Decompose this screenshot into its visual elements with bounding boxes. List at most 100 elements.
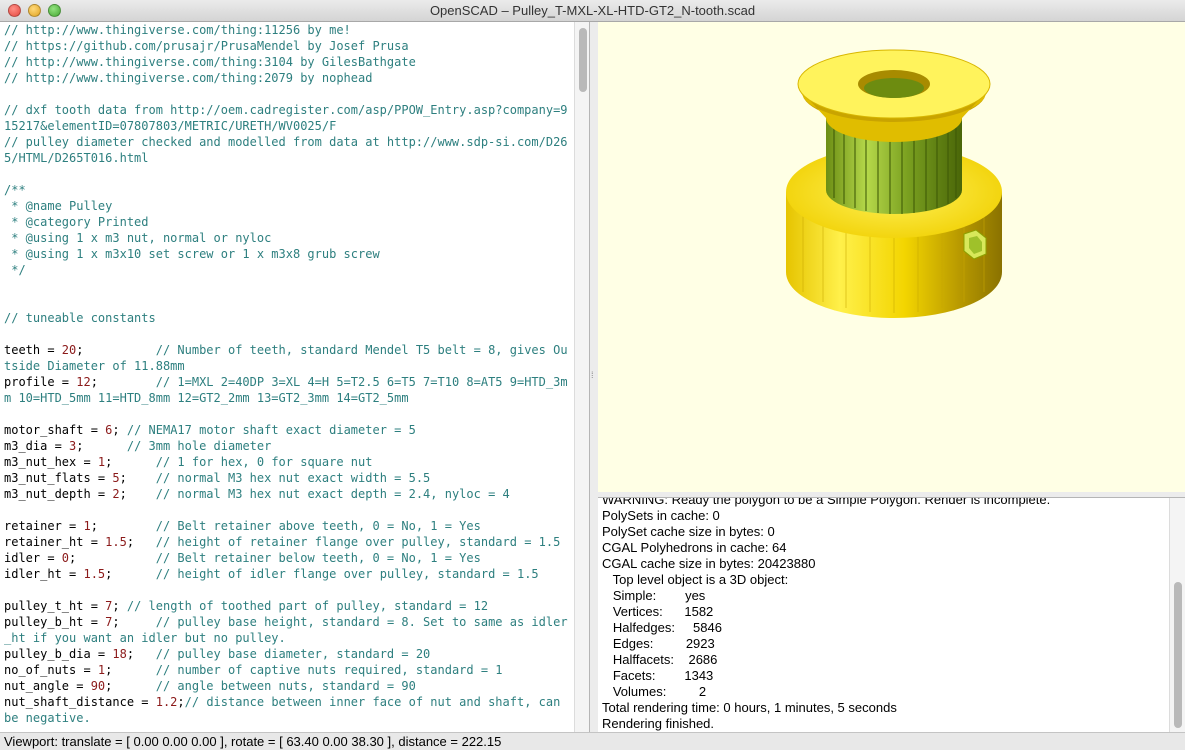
code-line: * @using 1 x m3x10 set screw or 1 x m3x8… [4,246,572,262]
console-line: Vertices: 1582 [602,604,714,619]
code-comment: // length of toothed part of pulley, sta… [126,599,489,613]
code-text-area[interactable]: // http://www.thingiverse.com/thing:1125… [4,22,572,732]
code-line: idler = 0; // Belt retainer below teeth,… [4,550,572,566]
code-comment: // number of captive nuts required, stan… [155,663,503,677]
code-line: */ [4,262,572,278]
code-comment: // Number of teeth, standard Mendel T5 b… [155,343,568,357]
code-number: 20 [61,343,77,357]
code-number: 1.5 [105,535,127,549]
code-comment: // dxf tooth data from http://oem.cadreg… [4,103,568,117]
code-line: m3_nut_depth = 2; // normal M3 hex nut e… [4,486,572,502]
splitter-grip-icon[interactable]: ⁞ [591,370,594,380]
console-line: PolySet cache size in bytes: 0 [602,524,775,539]
3d-viewport[interactable] [598,22,1185,492]
editor-scrollbar-thumb[interactable] [579,28,587,92]
code-line: pulley_b_ht = 7; // pulley base height, … [4,614,572,630]
code-text: m3_nut_depth = [4,487,113,501]
code-text: teeth = [4,343,62,357]
code-comment: * @using 1 x m3x10 set screw or 1 x m3x8… [4,247,380,261]
code-text: ; [105,679,156,693]
code-text: ; [177,695,185,709]
code-text: pulley_b_ht = [4,615,106,629]
pulley-model-render [786,49,1002,318]
code-text: ; [126,535,156,549]
code-number: 1.5 [83,567,106,581]
code-comment: // http://www.thingiverse.com/thing:2079… [4,71,373,85]
code-comment: // normal M3 hex nut exact depth = 2.4, … [155,487,510,501]
console-line: Simple: yes [602,588,706,603]
code-number: 90 [90,679,106,693]
code-comment: // pulley base height, standard = 8. Set… [155,615,568,629]
console-scrollbar[interactable] [1169,498,1185,732]
code-text: pulley_b_dia = [4,647,113,661]
code-line: * @using 1 x m3 nut, normal or nyloc [4,230,572,246]
code-number: 1 [83,519,91,533]
code-text: retainer_ht = [4,535,106,549]
code-text: profile = [4,375,77,389]
code-text: ; [119,487,156,501]
code-text: ; [105,455,156,469]
code-comment: // Belt retainer below teeth, 0 = No, 1 … [155,551,481,565]
console-output[interactable]: WARNING: Ready the polygon to be a Simpl… [598,497,1185,732]
code-line: nut_shaft_distance = 1.2;// distance bet… [4,694,572,710]
code-comment: // http://www.thingiverse.com/thing:1125… [4,23,351,37]
console-scrollbar-thumb[interactable] [1174,582,1182,728]
code-editor[interactable]: // http://www.thingiverse.com/thing:1125… [0,22,590,732]
code-line: // dxf tooth data from http://oem.cadreg… [4,102,572,118]
code-text: m3_nut_flats = [4,471,113,485]
console-line: Top level object is a 3D object: [602,572,789,587]
code-line: 15217&elementID=07807803/METRIC/URETH/WV… [4,118,572,134]
code-line: // http://www.thingiverse.com/thing:2079… [4,70,572,86]
console-lines: WARNING: Ready the polygon to be a Simpl… [602,497,1167,732]
code-line: pulley_b_dia = 18; // pulley base diamet… [4,646,572,662]
code-text: ; [112,615,156,629]
code-text: ; [112,423,127,437]
window-title: OpenSCAD – Pulley_T-MXL-XL-HTD-GT2_N-too… [429,3,756,18]
console-line: CGAL cache size in bytes: 20423880 [602,556,816,571]
code-number: 0 [61,551,70,565]
code-line: m3_dia = 3; // 3mm hole diameter [4,438,572,454]
code-text: ; [90,375,156,389]
code-text: ; [112,599,127,613]
code-line: // pulley diameter checked and modelled … [4,134,572,150]
code-line: * @category Printed [4,214,572,230]
code-comment: // height of idler flange over pulley, s… [155,567,539,581]
title-bar: OpenSCAD – Pulley_T-MXL-XL-HTD-GT2_N-too… [0,0,1185,22]
console-line: PolySets in cache: 0 [602,508,720,523]
code-comment: // tuneable constants [4,311,156,325]
editor-scrollbar[interactable] [574,22,589,732]
code-text: idler = [4,551,62,565]
code-text: nut_angle = [4,679,91,693]
code-comment: // 3mm hole diameter [126,439,272,453]
console-line: CGAL Polyhedrons in cache: 64 [602,540,787,555]
viewport-status: Viewport: translate = [ 0.00 0.00 0.00 ]… [4,734,502,749]
code-line: tside Diameter of 11.88mm [4,358,572,374]
code-comment: // pulley diameter checked and modelled … [4,135,568,149]
code-line: // https://github.com/prusajr/PrusaMende… [4,38,572,54]
code-comment: 5/HTML/D265T016.html [4,151,149,165]
code-line: m3_nut_flats = 5; // normal M3 hex nut e… [4,470,572,486]
code-number: 1.2 [155,695,178,709]
console-line: WARNING: Ready the polygon to be a Simpl… [602,497,1051,507]
code-line: // http://www.thingiverse.com/thing:1125… [4,22,572,38]
code-number: 18 [112,647,127,661]
code-line: m 10=HTD_5mm 11=HTD_8mm 12=GT2_2mm 13=GT… [4,390,572,406]
console-line: Total rendering time: 0 hours, 1 minutes… [602,700,897,715]
code-line: nut_angle = 90; // angle between nuts, s… [4,678,572,694]
code-line: no_of_nuts = 1; // number of captive nut… [4,662,572,678]
code-number: 2 [112,487,120,501]
code-line: retainer = 1; // Belt retainer above tee… [4,518,572,534]
code-line: profile = 12; // 1=MXL 2=40DP 3=XL 4=H 5… [4,374,572,390]
code-line: /** [4,182,572,198]
code-line: pulley_t_ht = 7; // length of toothed pa… [4,598,572,614]
status-bar: Viewport: translate = [ 0.00 0.00 0.00 ]… [0,732,1185,750]
code-line: 5/HTML/D265T016.html [4,150,572,166]
code-text: nut_shaft_distance = [4,695,156,709]
code-text: ; [76,343,156,357]
code-comment: // https://github.com/prusajr/PrusaMende… [4,39,409,53]
code-comment: be negative. [4,711,91,725]
code-comment: tside Diameter of 11.88mm [4,359,185,373]
